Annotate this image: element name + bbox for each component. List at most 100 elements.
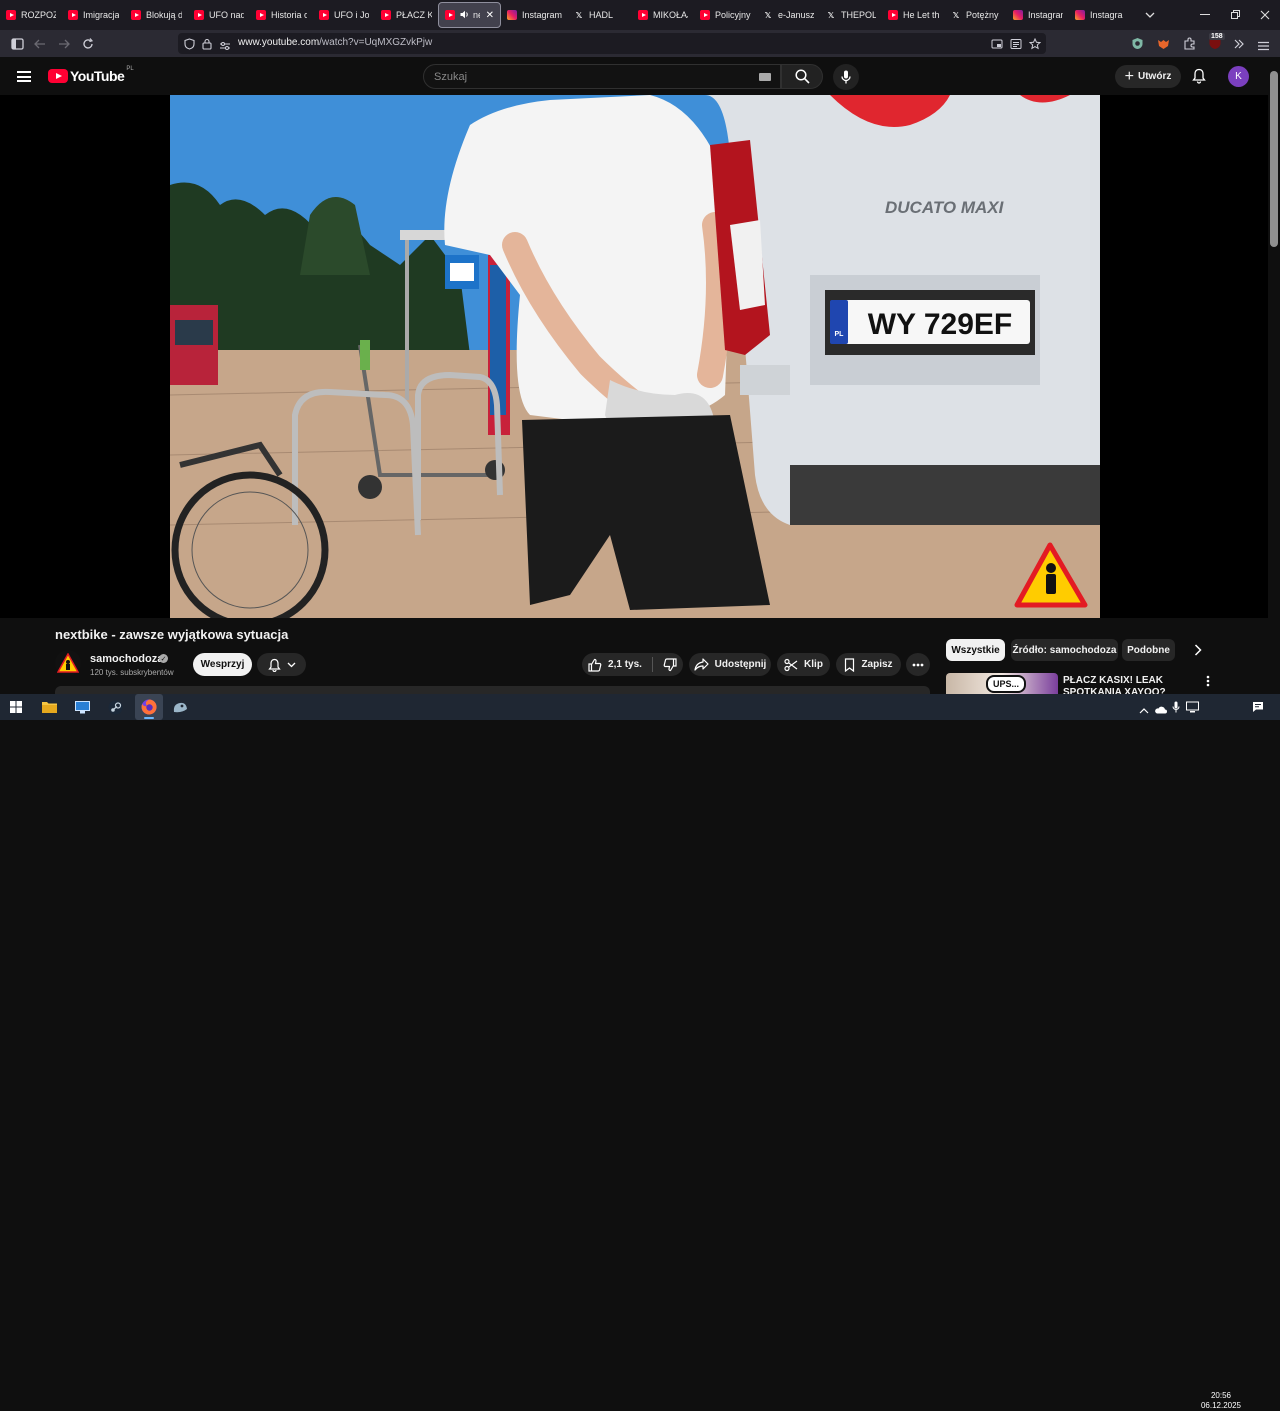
more-horizontal-icon [912,663,924,666]
browser-tab[interactable]: He Let th [882,0,945,30]
voice-search-button[interactable] [833,64,859,90]
notifications-button[interactable] [1189,66,1209,86]
keyboard-icon[interactable] [759,73,771,81]
more-vertical-icon [1206,675,1210,687]
account-avatar[interactable]: K [1228,66,1249,87]
like-button[interactable]: 2,1 tys. [588,658,642,672]
taskbar-app-icon[interactable] [170,697,190,717]
browser-tab[interactable]: ROZPOZN [0,0,62,30]
clip-button[interactable]: Klip [777,653,830,676]
page-scrollbar[interactable] [1268,57,1280,694]
browser-tab[interactable]: 𝕏 HADL [568,0,632,30]
minimize-button[interactable] [1190,0,1220,30]
chips-next-button[interactable] [1190,642,1206,658]
save-button[interactable]: Zapisz [836,653,901,676]
plus-icon: + [1124,67,1134,85]
steam-icon[interactable] [105,697,125,717]
thumbs-down-icon [663,657,677,671]
youtube-logo[interactable]: YouTube PL [48,66,134,84]
microphone-icon [841,70,851,84]
channel-avatar[interactable] [55,650,81,676]
channel-name[interactable]: samochodoza [90,653,163,665]
firefox-icon[interactable] [139,697,159,717]
network-icon[interactable] [1186,700,1199,718]
browser-tab[interactable]: Instagram [1007,0,1069,30]
recommendation-menu-button[interactable] [1201,673,1215,689]
browser-tab[interactable]: UFO nad [188,0,250,30]
url-host: www.youtube.com [238,37,320,48]
tracking-protection-icon[interactable] [184,37,195,55]
close-tab-icon[interactable]: ✕ [486,10,494,21]
reader-view-icon[interactable] [1010,37,1022,55]
share-button[interactable]: Udostępnij [689,653,771,676]
share-label: Udostępnij [714,659,767,670]
description-box[interactable] [55,686,930,694]
windows-start-icon[interactable] [6,697,26,717]
chip-similar[interactable]: Podobne [1122,639,1175,661]
bookmark-icon [845,657,855,672]
remote-desktop-icon[interactable] [72,697,92,717]
browser-tab[interactable]: Imigracja [62,0,125,30]
chip-source-channel[interactable]: Źródło: samochodoza [1011,639,1118,661]
vpn-shield-icon[interactable] [1131,37,1144,55]
file-explorer-icon[interactable] [39,697,59,717]
list-all-tabs-button[interactable] [1135,0,1165,30]
address-bar[interactable]: www.youtube.com/watch?v=UqMXGZvkPjw [178,33,1046,54]
url-text[interactable]: www.youtube.com/watch?v=UqMXGZvkPjw [238,37,432,48]
browser-tab[interactable]: Instagram [1069,0,1129,30]
recommendation-title[interactable]: PŁACZ KASIX! LEAK SPOTKANIA XAYOO? [1063,675,1193,694]
search-input[interactable] [434,71,734,83]
chip-all[interactable]: Wszystkie [946,639,1005,661]
browser-tab[interactable]: Blokują d [125,0,188,30]
subscription-notifications-button[interactable] [257,653,306,676]
restore-button[interactable] [1220,0,1250,30]
browser-tab[interactable]: Policyjny [694,0,757,30]
app-menu-icon[interactable] [1258,38,1269,56]
video-scene: PL WY 729EF DUCATO MAXI [170,95,1100,618]
close-window-button[interactable] [1250,0,1280,30]
browser-tab[interactable]: PŁACZ KA [375,0,438,30]
bookmark-star-icon[interactable] [1028,37,1042,55]
bell-icon [1192,68,1206,84]
search-button[interactable] [781,64,823,89]
forward-button[interactable] [52,30,76,57]
extension-fox-icon[interactable] [1157,37,1170,55]
browser-tab[interactable]: 𝕏 THEPOL [820,0,882,30]
recommendation-thumbnail[interactable]: UPS... [946,673,1058,694]
video-player[interactable]: PL WY 729EF DUCATO MAXI [0,95,1268,618]
support-button[interactable]: Wesprzyj [193,653,252,676]
reload-button[interactable] [76,30,100,57]
browser-tab[interactable]: 𝕏e-Janusz [757,0,820,30]
browser-tab[interactable]: Historia o [250,0,313,30]
overflow-chevron-icon[interactable] [1233,37,1245,55]
video-title: nextbike - zawsze wyjątkowa sytuacja [55,627,289,642]
lock-icon[interactable] [202,37,212,55]
more-actions-button[interactable] [906,653,930,676]
x-icon: 𝕏 [827,10,835,20]
video-frame[interactable]: PL WY 729EF DUCATO MAXI [170,95,1100,618]
scrollbar-thumb[interactable] [1270,71,1278,247]
browser-tab[interactable]: Instagram [501,0,568,30]
extensions-puzzle-icon[interactable] [1183,37,1196,55]
browser-tab[interactable]: UFO i Joh [313,0,375,30]
sidebar-toggle-icon[interactable] [5,30,29,57]
speaker-icon[interactable] [460,10,469,21]
picture-in-picture-icon[interactable] [991,37,1003,55]
guide-menu-icon[interactable] [17,71,31,82]
search-box[interactable] [423,64,781,89]
browser-tab[interactable]: MIKOŁAJ [632,0,694,30]
tab-label: THEPOL [841,10,876,20]
system-clock[interactable]: 20:56 06.12.2025 [1200,1391,1242,1411]
back-button[interactable] [28,30,52,57]
microphone-tray-icon[interactable] [1172,700,1180,718]
dislike-button[interactable] [663,657,677,672]
tray-overflow-icon[interactable] [1139,701,1149,719]
site-permissions-icon[interactable] [219,38,231,56]
notification-center-icon[interactable] [1252,700,1264,718]
browser-tab[interactable]: nex ✕ [438,2,501,28]
create-button[interactable]: + Utwórz [1115,65,1181,88]
extension-badge: 158 [1209,33,1225,40]
youtube-play-icon [48,69,68,83]
onedrive-icon[interactable] [1154,701,1167,719]
browser-tab[interactable]: 𝕏 Potężny S [945,0,1007,30]
